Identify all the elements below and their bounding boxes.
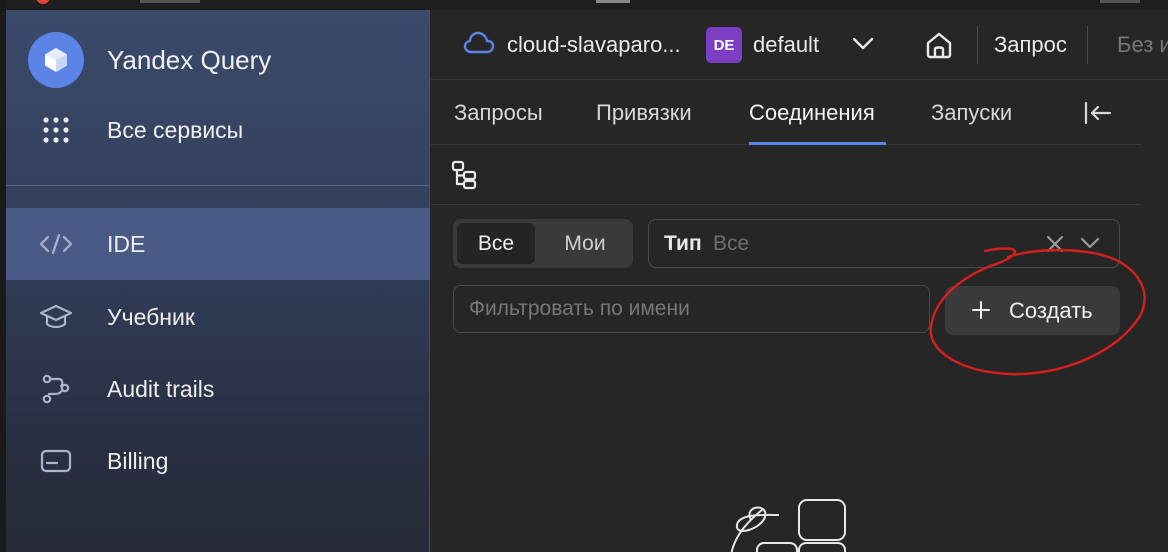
window-close-dot[interactable] — [36, 0, 50, 4]
database-selector[interactable]: default — [753, 32, 819, 58]
header-separator — [977, 26, 978, 64]
type-select-value: Все — [713, 232, 750, 255]
cloud-icon — [463, 30, 495, 61]
top-strip — [0, 0, 1168, 10]
home-icon[interactable] — [924, 30, 954, 65]
type-select-label: Тип — [664, 232, 702, 255]
chevron-down-icon[interactable] — [851, 34, 875, 59]
chevron-down-icon[interactable] — [1079, 236, 1101, 257]
tree-structure-icon[interactable] — [451, 160, 477, 195]
query-breadcrumb[interactable]: Запрос — [994, 32, 1067, 58]
database-badge: DE — [706, 27, 742, 63]
top-strip-segment — [596, 0, 630, 3]
collapse-panel-icon[interactable] — [1083, 100, 1113, 131]
code-icon — [38, 228, 74, 260]
section-divider — [431, 204, 1141, 205]
name-filter-field — [453, 285, 930, 333]
tab-connections[interactable]: Соединения — [749, 100, 875, 126]
clear-icon[interactable] — [1044, 233, 1066, 260]
sidebar-item-audit-trails[interactable]: Audit trails — [6, 353, 430, 425]
tab-bar: Запросы Привязки Соединения Запуски — [431, 80, 1141, 145]
graduation-cap-icon — [38, 301, 74, 333]
header-separator — [1087, 26, 1088, 64]
all-services-button[interactable]: Все сервисы — [42, 116, 243, 144]
sidebar-item-label: IDE — [107, 230, 146, 257]
tab-runs[interactable]: Запуски — [931, 100, 1012, 126]
owner-filter-segment: Все Мои — [453, 219, 633, 268]
header-bar: cloud-slavaparo... DE default Запрос Без… — [431, 10, 1168, 80]
sidebar-divider — [6, 185, 430, 186]
yandex-query-logo-icon — [28, 32, 84, 88]
sidebar-item-billing[interactable]: Billing — [6, 425, 430, 497]
segment-mine[interactable]: Мои — [541, 223, 629, 264]
segment-all[interactable]: Все — [457, 223, 535, 264]
app-window: Yandex Query Все сервисы IDE Учебник Aud… — [0, 0, 1168, 552]
sidebar-item-label: Billing — [107, 447, 169, 474]
credit-card-icon — [38, 445, 74, 477]
active-tab-indicator — [749, 142, 886, 145]
plus-icon — [970, 299, 992, 326]
create-connection-button[interactable]: Создать — [945, 286, 1120, 335]
all-services-label: Все сервисы — [107, 116, 244, 143]
top-strip-segment — [140, 0, 200, 3]
tab-queries[interactable]: Запросы — [454, 100, 543, 126]
grid-dots-icon — [43, 117, 69, 143]
name-filter-input[interactable] — [454, 286, 929, 332]
empty-state-illustration-icon — [730, 499, 846, 552]
sidebar: Yandex Query Все сервисы IDE Учебник Aud… — [6, 10, 430, 552]
sidebar-item-label: Audit trails — [107, 375, 215, 402]
main-panel: cloud-slavaparo... DE default Запрос Без… — [431, 10, 1168, 552]
create-button-label: Создать — [1009, 298, 1093, 323]
sidebar-item-tutorial[interactable]: Учебник — [6, 281, 430, 353]
type-select[interactable]: Тип Все — [648, 219, 1120, 268]
cloud-selector[interactable]: cloud-slavaparo... — [507, 32, 681, 58]
tab-bindings[interactable]: Привязки — [596, 100, 692, 126]
sidebar-item-ide[interactable]: IDE — [6, 208, 430, 280]
brand-title: Yandex Query — [107, 44, 272, 75]
query-name[interactable]: Без и — [1117, 32, 1168, 58]
route-icon — [38, 373, 74, 405]
brand[interactable]: Yandex Query — [28, 32, 271, 88]
sidebar-item-label: Учебник — [107, 303, 195, 330]
top-strip-segment — [1100, 0, 1140, 3]
